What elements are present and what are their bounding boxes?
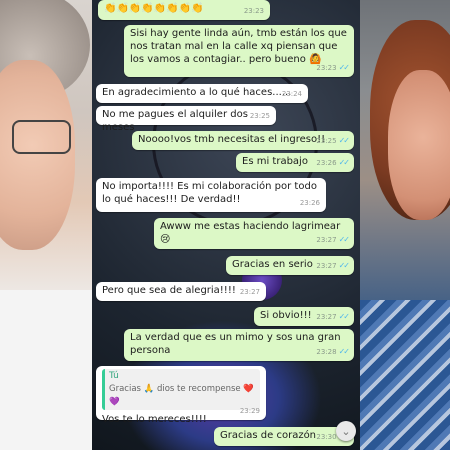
message-time: 23:23 [243,7,264,15]
message-bubble[interactable]: Noooo!vos tmb necesitas el ingreso!! 23:… [132,131,354,150]
message-time: 23:24 [281,90,302,98]
message-bubble[interactable]: 👏👏👏👏👏👏👏👏 23:23 [98,0,270,20]
message-bubble[interactable]: La verdad que es un mimo y sos una gran … [124,329,354,361]
read-ticks-icon: ✓✓ [338,312,350,321]
right-photo [360,0,450,450]
shirt-shape [360,300,450,450]
read-ticks-icon: ✓✓ [338,136,350,145]
read-ticks-icon: ✓✓ [338,235,350,244]
message-text: La verdad que es un mimo y sos una gran … [130,332,341,356]
message-time: 23:28 ✓✓ [316,347,350,356]
message-time: 23:23 ✓✓ [316,63,350,72]
message-bubble[interactable]: Gracias de corazón 23:30✓✓ [214,427,354,446]
message-bubble[interactable]: Sisi hay gente linda aún, tmb están los … [124,25,354,77]
message-text: No importa!!!! Es mi colaboración por to… [102,181,317,205]
message-text: En agradecimiento a lo qué haces...... [102,87,292,98]
message-bubble[interactable]: Es mi trabajo 23:26 ✓✓ [236,153,354,172]
message-time: 23:27 [239,288,260,296]
glasses-shape [12,120,71,154]
chevron-down-icon[interactable]: ⌄ [336,421,356,441]
read-ticks-icon: ✓✓ [338,347,350,356]
chat-screenshot: 👏👏👏👏👏👏👏👏 23:23 Sisi hay gente linda aún,… [92,0,360,450]
left-photo [0,0,92,450]
message-bubble[interactable]: No importa!!!! Es mi colaboración por to… [96,178,326,212]
face-shape [0,60,75,250]
face-shape [388,70,450,220]
message-time: 23:26 [299,199,320,207]
message-bubble[interactable]: Pero que sea de alegria!!!! 23:27 [96,282,266,301]
shirt-shape [0,290,92,450]
message-bubble-reply[interactable]: Tú Gracias 🙏 dios te recompense ❤️💜 Vos … [96,366,266,425]
message-time: 23:29 [239,407,260,415]
read-ticks-icon: ✓✓ [338,158,350,167]
message-time: 23:27 ✓✓ [316,261,350,270]
message-time: 23:26 ✓✓ [316,158,350,167]
message-time: 23:27 ✓✓ [316,235,350,244]
read-ticks-icon: ✓✓ [338,261,350,270]
message-text: Pero que sea de alegria!!!! [102,285,236,296]
message-bubble[interactable]: No me pagues el alquiler dos meses 23:25 [96,106,276,133]
message-time: 23:25 [249,112,270,120]
quoted-message[interactable]: Tú Gracias 🙏 dios te recompense ❤️💜 [102,369,260,410]
message-bubble[interactable]: Gracias en serio 23:27 ✓✓ [226,256,354,275]
quote-text: Gracias 🙏 dios te recompense ❤️💜 [109,384,254,407]
message-text: Sisi hay gente linda aún, tmb están los … [130,28,347,65]
read-ticks-icon: ✓✓ [338,63,350,72]
message-time: 23:27 ✓✓ [316,312,350,321]
quote-author: Tú [109,371,119,381]
message-bubble[interactable]: Si obvio!!! 23:27 ✓✓ [254,307,354,326]
message-bubble[interactable]: En agradecimiento a lo qué haces...... 2… [96,84,308,103]
message-text: Vos te lo mereces!!!! [102,414,207,425]
message-bubble[interactable]: Awww me estas haciendo lagrimear 😢 23:27… [154,218,354,249]
message-text: 👏👏👏👏👏👏👏👏 [104,3,204,14]
message-time: 23:25 ✓✓ [316,136,350,145]
